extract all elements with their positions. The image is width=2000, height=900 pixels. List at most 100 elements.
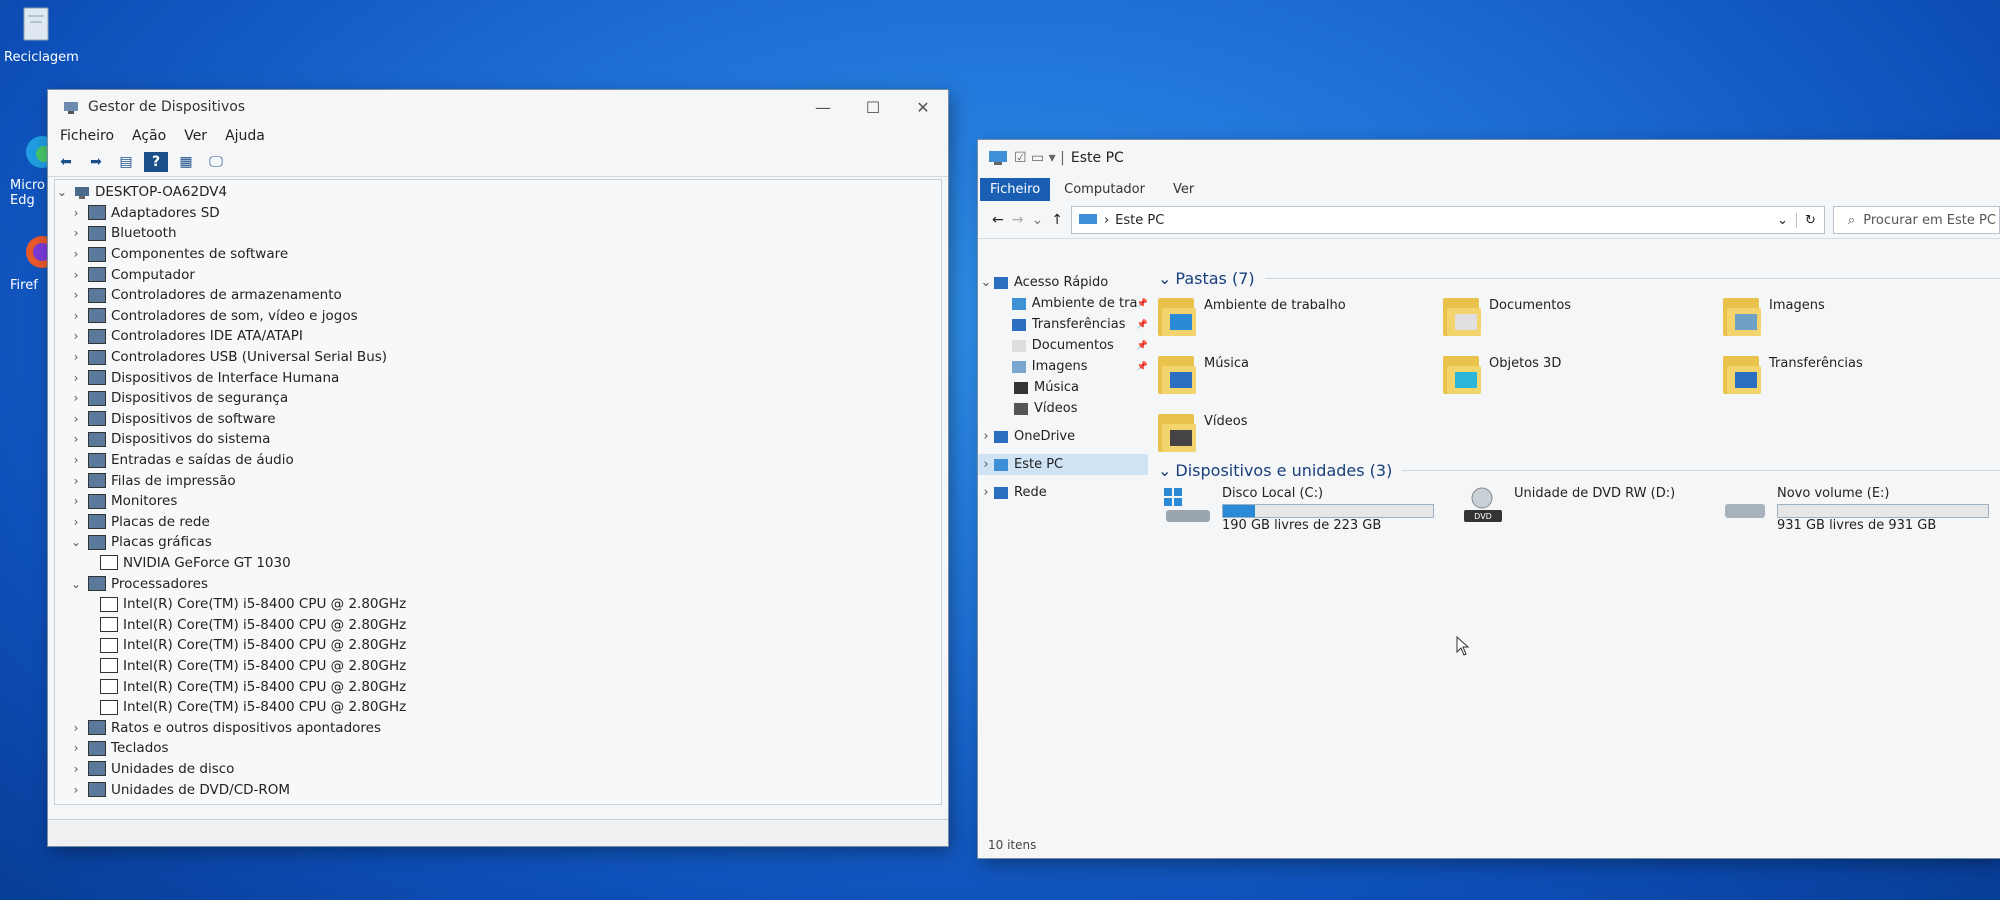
properties-icon[interactable]: ▤ (114, 152, 138, 172)
device-category[interactable]: › Dispositivos de segurança (55, 388, 941, 409)
ribbon-tab-view[interactable]: Ver (1159, 178, 1208, 201)
tree-root[interactable]: ⌄ DESKTOP-OA62DV4 (55, 182, 941, 203)
chevron-down-icon[interactable]: ⌄ (978, 275, 994, 290)
nav-item[interactable]: Ambiente de tral 📌 (978, 293, 1148, 314)
drive-d[interactable]: DVD Unidade de DVD RW (D:) (1460, 486, 1675, 526)
chevron-right-icon[interactable]: › (69, 350, 83, 364)
chevron-right-icon[interactable]: › (69, 226, 83, 240)
device-category[interactable]: › Controladores de som, vídeo e jogos (55, 306, 941, 327)
chevron-right-icon[interactable]: › (69, 391, 83, 405)
folder-downloads[interactable]: Transferências (1723, 352, 1863, 396)
device-category[interactable]: › Controladores IDE ATA/ATAPI (55, 326, 941, 347)
chevron-down-icon[interactable]: ⌄ (69, 535, 83, 549)
folders-section-header[interactable]: ⌄ Pastas (7) (1158, 266, 2000, 290)
chevron-right-icon[interactable]: › (69, 247, 83, 261)
chevron-right-icon[interactable]: › (69, 783, 83, 797)
device-category[interactable]: › Adaptadores SD (55, 203, 941, 224)
menu-view[interactable]: Ver (184, 128, 207, 144)
pin-icon[interactable]: 📌 (1137, 362, 1148, 372)
chevron-right-icon[interactable]: › (69, 494, 83, 508)
menu-file[interactable]: Ficheiro (60, 128, 114, 144)
chevron-right-icon[interactable]: › (69, 288, 83, 302)
chevron-right-icon[interactable]: › (69, 268, 83, 282)
chevron-right-icon[interactable]: › (978, 429, 994, 444)
chevron-right-icon[interactable]: › (69, 329, 83, 343)
chevron-right-icon[interactable]: › (978, 457, 994, 472)
menu-action[interactable]: Ação (132, 128, 166, 144)
chevron-right-icon[interactable]: › (69, 741, 83, 755)
help-icon[interactable]: ? (144, 152, 168, 172)
minimize-button[interactable]: — (798, 98, 848, 117)
device-item[interactable]: Intel(R) Core(TM) i5-8400 CPU @ 2.80GHz (55, 656, 941, 677)
nav-item[interactable]: Música (978, 377, 1148, 398)
device-item[interactable]: Intel(R) Core(TM) i5-8400 CPU @ 2.80GHz (55, 635, 941, 656)
folder-documents[interactable]: Documentos (1443, 294, 1571, 338)
nav-item[interactable]: Imagens 📌 (978, 356, 1148, 377)
device-item[interactable]: Intel(R) Core(TM) i5-8400 CPU @ 2.80GHz (55, 614, 941, 635)
drive-c[interactable]: Disco Local (C:) 190 GB livres de 223 GB (1162, 486, 1434, 533)
device-category[interactable]: › Teclados (55, 738, 941, 759)
device-category[interactable]: › Entradas e saídas de áudio (55, 450, 941, 471)
title-bar[interactable]: ☑ ▭ ▾ | Este PC (978, 140, 2000, 176)
chevron-right-icon[interactable]: › (69, 453, 83, 467)
device-category[interactable]: › Monitores (55, 491, 941, 512)
nav-item[interactable]: Vídeos (978, 398, 1148, 419)
menu-help[interactable]: Ajuda (225, 128, 265, 144)
folder-images[interactable]: Imagens (1723, 294, 1825, 338)
nav-item[interactable]: › OneDrive (978, 426, 1148, 447)
title-bar[interactable]: Gestor de Dispositivos — ☐ ✕ (48, 90, 948, 124)
ribbon-tab-computer[interactable]: Computador (1050, 178, 1159, 201)
device-item[interactable]: NVIDIA GeForce GT 1030 (55, 553, 941, 574)
folder-3d-objects[interactable]: Objetos 3D (1443, 352, 1561, 396)
up-arrow-icon[interactable]: ↑ (1051, 212, 1063, 228)
device-item[interactable]: Intel(R) Core(TM) i5-8400 CPU @ 2.80GHz (55, 697, 941, 718)
nav-item[interactable]: Documentos 📌 (978, 335, 1148, 356)
nav-item[interactable]: ⌄ Acesso Rápido (978, 272, 1148, 293)
nav-item[interactable]: Transferências 📌 (978, 314, 1148, 335)
recent-dropdown-icon[interactable]: ⌄ (1031, 212, 1043, 228)
drive-e[interactable]: Novo volume (E:) 931 GB livres de 931 GB (1723, 486, 1989, 533)
address-bar[interactable]: › Este PC ⌄ ↻ (1070, 206, 1825, 234)
nav-item[interactable]: › Rede (978, 482, 1148, 503)
search-input[interactable]: ⌕ Procurar em Este PC (1832, 206, 2000, 234)
nav-item[interactable]: › Este PC (978, 454, 1148, 475)
chevron-down-icon[interactable]: ⌄ (55, 185, 69, 199)
folder-desktop[interactable]: Ambiente de trabalho (1158, 294, 1346, 338)
back-arrow-icon[interactable]: ← (992, 212, 1004, 228)
chevron-right-icon[interactable]: › (69, 474, 83, 488)
chevron-right-icon[interactable]: › (69, 309, 83, 323)
chevron-right-icon[interactable]: › (69, 371, 83, 385)
view-icon[interactable]: ▦ (174, 152, 198, 172)
close-button[interactable]: ✕ (898, 98, 948, 117)
device-category[interactable]: › Placas de rede (55, 512, 941, 533)
chevron-right-icon[interactable]: › (69, 762, 83, 776)
monitor-icon[interactable]: 🖵 (204, 152, 228, 172)
device-category[interactable]: › Dispositivos de software (55, 409, 941, 430)
device-category[interactable]: › Controladores USB (Universal Serial Bus… (55, 347, 941, 368)
devices-section-header[interactable]: ⌄ Dispositivos e unidades (3) (1158, 458, 2000, 482)
device-category[interactable]: ⌄ Processadores (55, 573, 941, 594)
maximize-button[interactable]: ☐ (848, 98, 898, 117)
pin-icon[interactable]: 📌 (1137, 341, 1148, 351)
folder-videos[interactable]: Vídeos (1158, 410, 1247, 454)
desktop-icon-recycle-bin[interactable]: Reciclagem (4, 2, 84, 65)
chevron-right-icon[interactable]: › (69, 412, 83, 426)
chevron-right-icon[interactable]: › (69, 721, 83, 735)
device-category[interactable]: › Bluetooth (55, 223, 941, 244)
device-category[interactable]: › Controladores de armazenamento (55, 285, 941, 306)
device-category[interactable]: › Filas de impressão (55, 470, 941, 491)
pin-icon[interactable]: 📌 (1137, 299, 1148, 309)
refresh-icon[interactable]: ↻ (1796, 212, 1824, 228)
chevron-right-icon[interactable]: › (978, 485, 994, 500)
device-category[interactable]: › Dispositivos de Interface Humana (55, 367, 941, 388)
folder-music[interactable]: Música (1158, 352, 1249, 396)
chevron-down-icon[interactable]: ⌄ (1777, 213, 1788, 228)
device-category[interactable]: › Ratos e outros dispositivos apontadores (55, 717, 941, 738)
device-category[interactable]: › Unidades de disco (55, 759, 941, 780)
chevron-right-icon[interactable]: › (69, 432, 83, 446)
chevron-down-icon[interactable]: ⌄ (69, 577, 83, 591)
device-category[interactable]: › Dispositivos do sistema (55, 429, 941, 450)
chevron-right-icon[interactable]: › (69, 515, 83, 529)
device-category[interactable]: ⌄ Placas gráficas (55, 532, 941, 553)
device-item[interactable]: Intel(R) Core(TM) i5-8400 CPU @ 2.80GHz (55, 676, 941, 697)
